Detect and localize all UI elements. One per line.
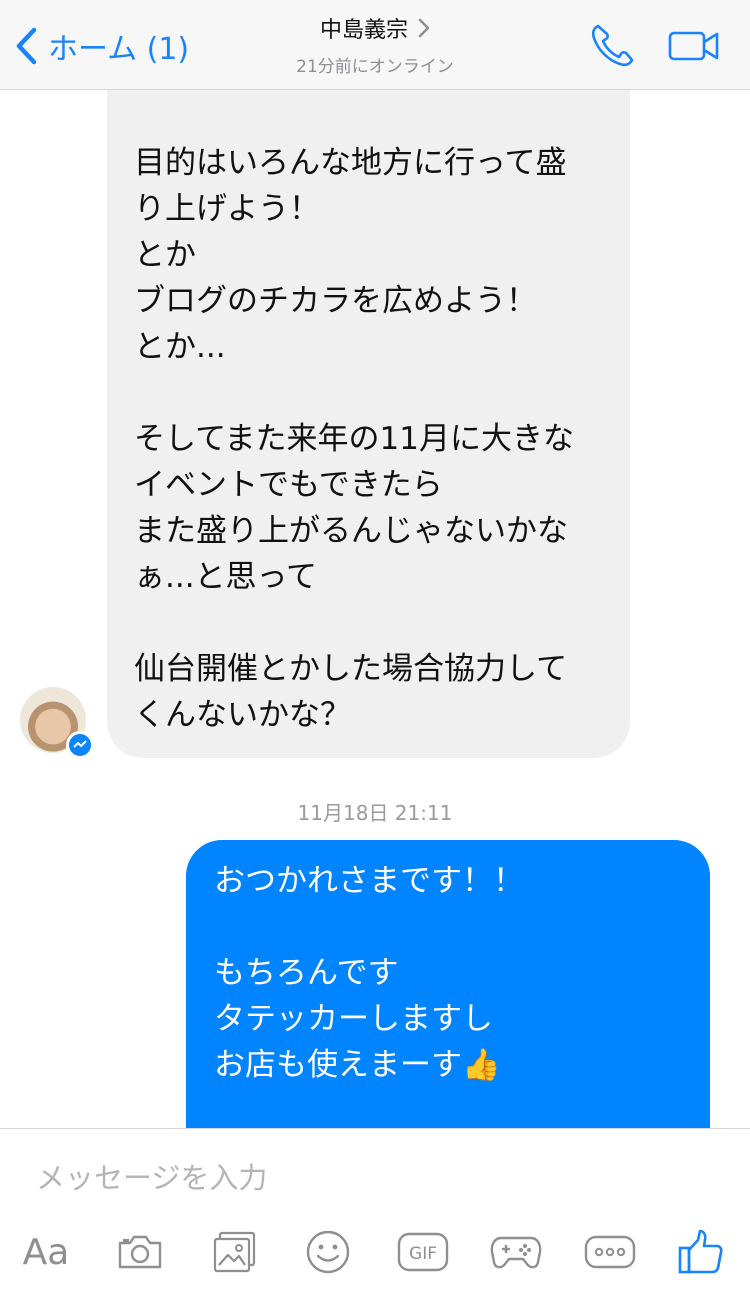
camera-button[interactable]	[110, 1227, 170, 1277]
video-call-button[interactable]	[668, 30, 720, 66]
message-input[interactable]	[34, 1155, 718, 1201]
back-label: ホーム (1)	[48, 32, 190, 67]
voice-call-button[interactable]	[588, 22, 638, 72]
contact-info: 中島義宗 21分前にオンライン	[200, 12, 550, 77]
composer-toolbar: Aa GIF	[0, 1219, 750, 1285]
video-camera-icon	[668, 31, 719, 61]
messenger-badge-icon	[66, 731, 94, 759]
emoji-icon	[306, 1230, 350, 1274]
online-status: 21分前にオンライン	[296, 57, 454, 77]
photo-icon	[213, 1231, 256, 1273]
avatar[interactable]	[20, 687, 94, 759]
text-format-button[interactable]: Aa	[16, 1227, 76, 1277]
contact-name: 中島義宗	[319, 18, 408, 43]
gif-icon: GIF	[397, 1232, 449, 1272]
back-button[interactable]: ホーム (1)	[14, 22, 189, 70]
more-icon	[584, 1235, 636, 1269]
game-button[interactable]	[486, 1227, 546, 1277]
contact-title[interactable]: 中島義宗	[320, 12, 430, 44]
thumbs-up-icon	[678, 1229, 723, 1274]
message-composer: Aa	[0, 1128, 750, 1296]
photo-button[interactable]	[205, 1227, 265, 1277]
text-format-icon: Aa	[22, 1231, 70, 1273]
phone-icon	[591, 24, 634, 67]
like-button[interactable]	[670, 1227, 730, 1277]
message-thread[interactable]: 目的はいろんな地方に行って盛 り上げよう！ とか ブログのチカラを広めよう！ と…	[0, 90, 750, 1128]
more-button[interactable]	[580, 1227, 640, 1277]
gif-label: GIF	[409, 1244, 437, 1264]
gif-button[interactable]: GIF	[393, 1227, 453, 1277]
conversation-header: ホーム (1) 中島義宗 21分前にオンライン	[0, 0, 750, 90]
message-timestamp: 11月18日 21:11	[297, 801, 453, 825]
chevron-left-icon	[16, 27, 37, 65]
camera-icon	[118, 1235, 162, 1269]
outgoing-message-bubble[interactable]: おつかれさまです！！ もちろんです タテッカーしますし お店も使えまーす👍	[186, 840, 710, 1128]
incoming-message-bubble[interactable]: 目的はいろんな地方に行って盛 り上げよう！ とか ブログのチカラを広めよう！ と…	[107, 90, 630, 758]
game-icon	[490, 1236, 542, 1269]
emoji-button[interactable]	[298, 1227, 358, 1277]
chevron-right-icon	[418, 18, 430, 38]
